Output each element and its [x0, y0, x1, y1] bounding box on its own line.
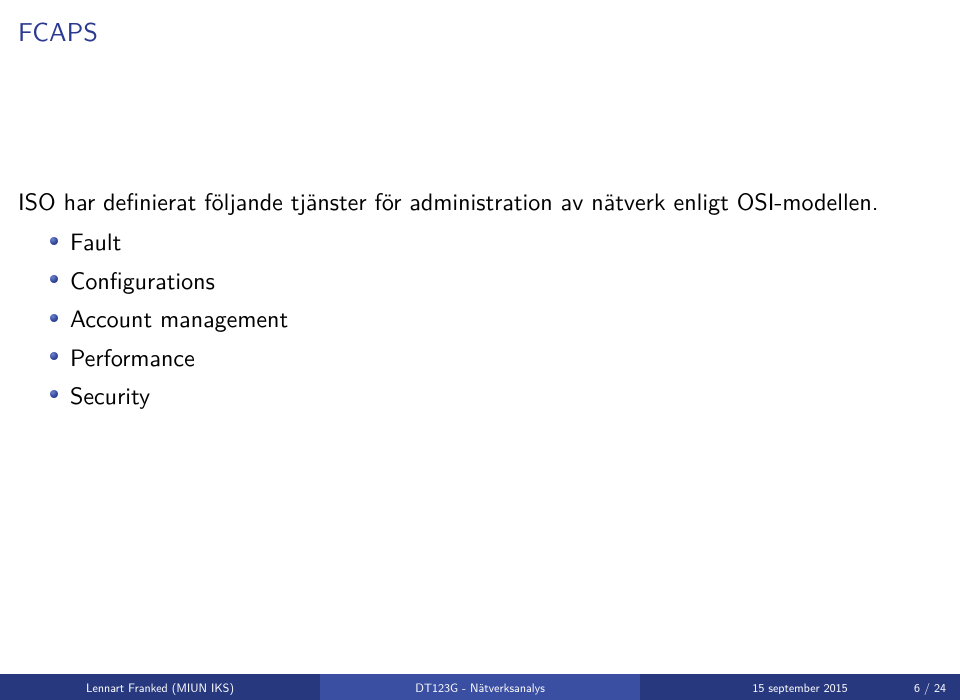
list-item: Performance — [50, 341, 920, 373]
footer-page: 6 / 24 — [914, 674, 946, 700]
footer-title: DT123G - Nätverksanalys — [320, 674, 640, 700]
list-item: Security — [50, 379, 920, 411]
list-item: Configurations — [50, 264, 920, 296]
list-item: Account management — [50, 302, 920, 334]
footer-date: 15 september 2015 — [752, 678, 847, 696]
footer-bar: Lennart Franked (MIUN IKS) DT123G - Nätv… — [0, 674, 960, 700]
slide-body: ISO har definierat följande tjänster för… — [18, 185, 920, 417]
slide-title: FCAPS — [18, 12, 98, 50]
bullet-list: Fault Configurations Account management … — [18, 225, 920, 411]
slide: FCAPS ISO har definierat följande tjänst… — [0, 0, 960, 700]
footer-author: Lennart Franked (MIUN IKS) — [0, 674, 320, 700]
intro-text: ISO har definierat följande tjänster för… — [18, 185, 920, 217]
list-item: Fault — [50, 225, 920, 257]
footer-date-seg: 15 september 2015 6 / 24 — [640, 674, 960, 700]
